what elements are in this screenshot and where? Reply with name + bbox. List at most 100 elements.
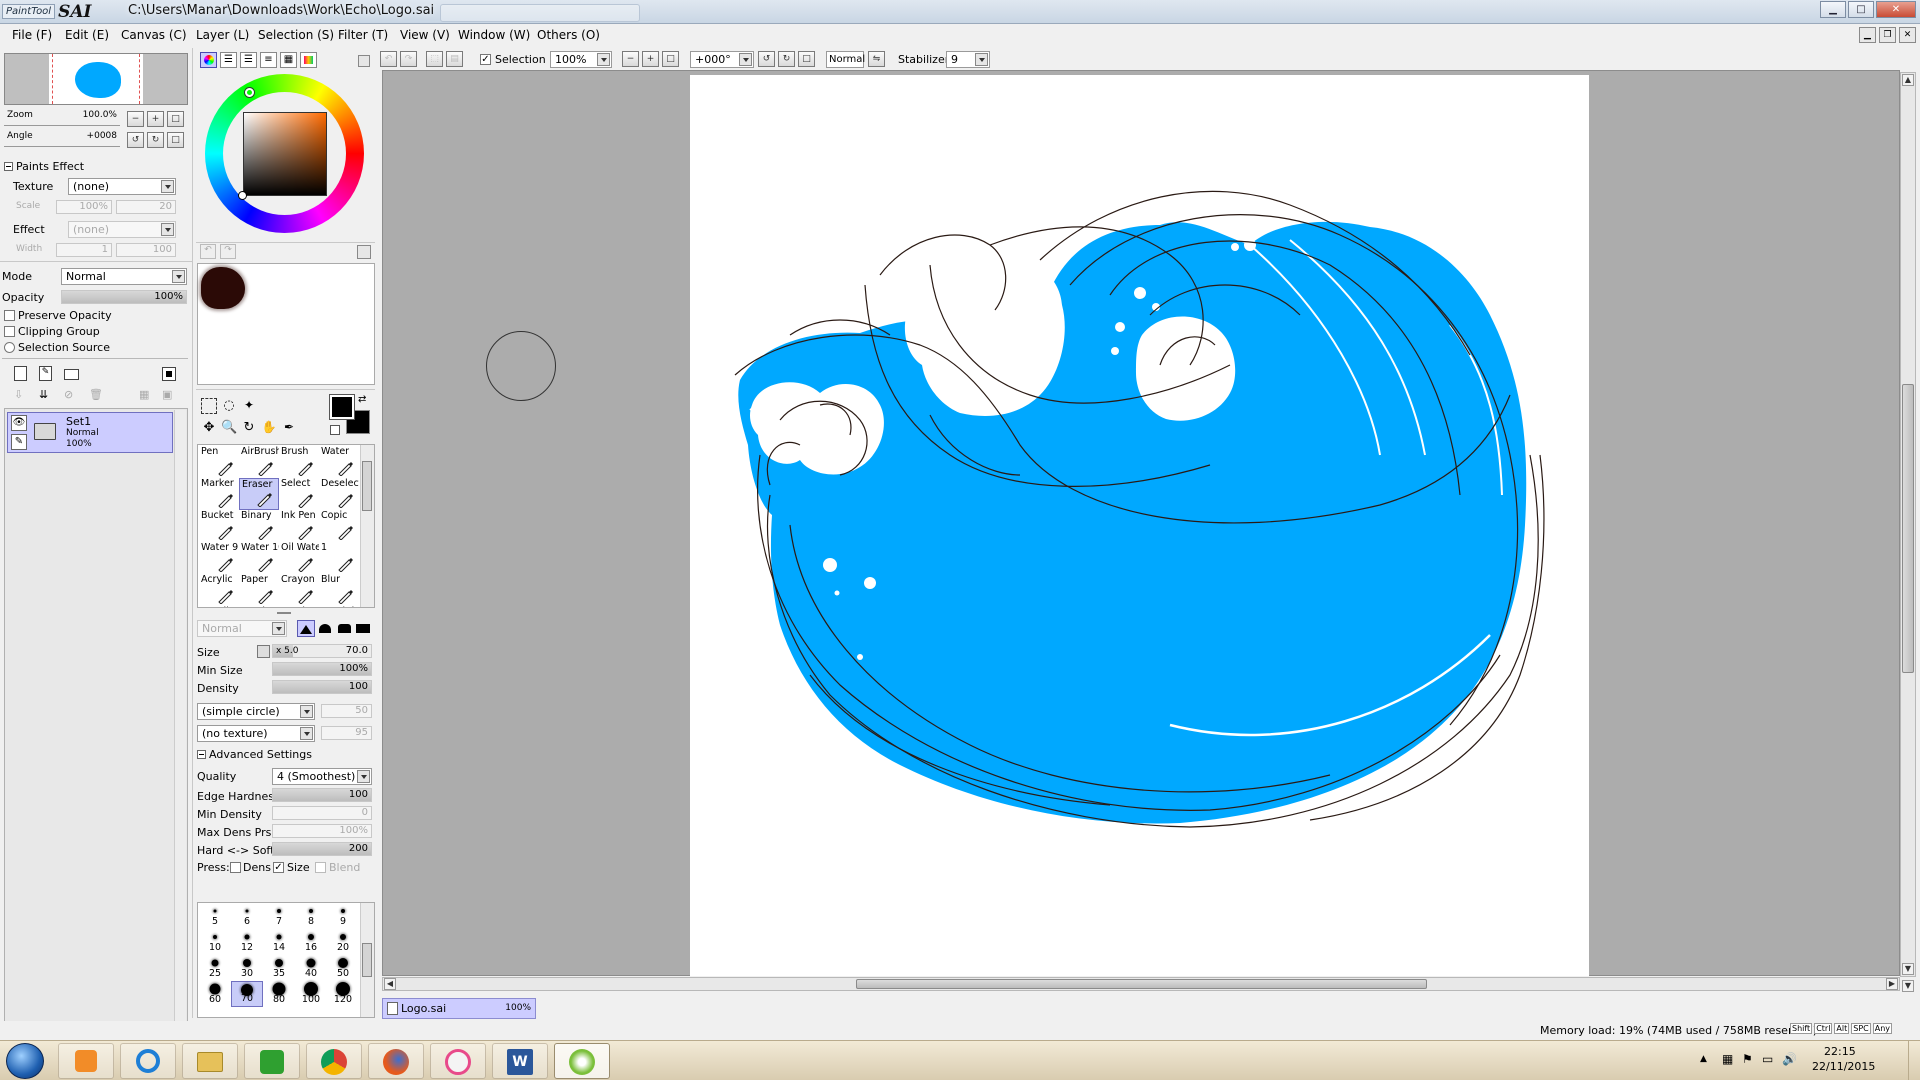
- press-dens-checkbox[interactable]: [230, 862, 241, 873]
- toolbar-angle-select[interactable]: +000°: [690, 51, 754, 68]
- toolbar-rotate-reset-icon[interactable]: □: [798, 51, 815, 67]
- tool-deselect[interactable]: Deselect: [319, 478, 359, 510]
- menu-canvas[interactable]: Canvas (C): [121, 28, 187, 42]
- brush-shape-select[interactable]: (simple circle): [197, 703, 315, 720]
- angle-slider[interactable]: +0008: [4, 130, 120, 144]
- layer-mask-icon[interactable]: ▦: [139, 388, 153, 402]
- hue-marker[interactable]: [245, 88, 254, 97]
- paint-tool-sai-icon[interactable]: [554, 1043, 610, 1079]
- minimize-button[interactable]: ▁: [1820, 1, 1846, 18]
- zoom-slider[interactable]: 100.0%: [4, 109, 120, 123]
- file-explorer-icon[interactable]: [182, 1043, 238, 1079]
- tool-select[interactable]: Select: [279, 478, 319, 510]
- brush-size-10[interactable]: 10: [199, 929, 231, 955]
- brush-size-12[interactable]: 12: [231, 929, 263, 955]
- layer-row[interactable]: 👁 ✎ Set1 Normal 100%: [7, 412, 173, 453]
- vscroll-thumb[interactable]: [1902, 384, 1914, 673]
- tool-brush[interactable]: Brush: [279, 606, 319, 607]
- menu-selection[interactable]: Selection (S): [258, 28, 334, 42]
- color-swatch-blob[interactable]: [201, 267, 245, 309]
- word-icon[interactable]: W: [492, 1043, 548, 1079]
- tool-water[interactable]: Water: [319, 446, 359, 478]
- edge-hardness-slider[interactable]: 100: [272, 788, 372, 802]
- tool-airbrush[interactable]: AirBrush: [239, 446, 279, 478]
- layer-mode-select[interactable]: Normal: [61, 268, 187, 285]
- toolbar-zoom-in-icon[interactable]: +: [642, 51, 659, 67]
- tool-grid-scrollbar[interactable]: [360, 445, 374, 607]
- scratchpad-settings-icon[interactable]: [357, 245, 371, 259]
- eyedropper-tool-icon[interactable]: ✒: [281, 420, 297, 436]
- scroll-corner-down-icon[interactable]: ▼: [1902, 980, 1914, 992]
- doc-restore-button[interactable]: ❐: [1879, 27, 1896, 43]
- tool-marker[interactable]: Marker: [199, 478, 239, 510]
- tool-water-10[interactable]: Water 10: [239, 542, 279, 574]
- reset-colors-icon[interactable]: [330, 425, 340, 435]
- canvas-hscrollbar[interactable]: ◀ ▶: [382, 977, 1900, 991]
- color-mixer-mode-icon[interactable]: ≡: [260, 52, 277, 68]
- battery-icon[interactable]: ▭: [1762, 1052, 1773, 1066]
- canvas-vscrollbar[interactable]: ▲ ▼: [1900, 72, 1916, 977]
- sv-marker[interactable]: [238, 191, 247, 200]
- show-desktop-button[interactable]: [1908, 1041, 1920, 1080]
- brush-size-30[interactable]: 30: [231, 955, 263, 981]
- document-tab[interactable]: Logo.sai 100%: [382, 998, 536, 1019]
- hscroll-thumb[interactable]: [856, 979, 1427, 989]
- press-size-checkbox[interactable]: ✓: [273, 862, 284, 873]
- doc-minimize-button[interactable]: ▁: [1859, 27, 1876, 43]
- zoom-reset-button[interactable]: □: [167, 111, 184, 127]
- brush-size-120[interactable]: 120: [327, 981, 359, 1007]
- scroll-down-icon[interactable]: ▼: [1902, 963, 1914, 975]
- tool-binary[interactable]: Binary: [239, 510, 279, 542]
- selection-source-radio[interactable]: [4, 342, 15, 353]
- toolbar-blend-mode[interactable]: Normal: [826, 51, 865, 68]
- layer-opacity-slider[interactable]: 100%: [61, 290, 187, 304]
- brush-size-6[interactable]: 6: [231, 903, 263, 929]
- brush-size-60[interactable]: 60: [199, 981, 231, 1007]
- brush-size-8[interactable]: 8: [295, 903, 327, 929]
- quality-select[interactable]: 4 (Smoothest): [272, 768, 372, 785]
- tool-blur[interactable]: Blur: [319, 574, 359, 606]
- size-slider[interactable]: x 5.0 70.0: [272, 644, 372, 658]
- brush-texture-select[interactable]: (no texture): [197, 725, 315, 742]
- tool-pencil[interactable]: Pencil: [199, 606, 239, 607]
- delete-layer-icon[interactable]: 🗑: [89, 388, 103, 402]
- menu-others[interactable]: Others (O): [537, 28, 600, 42]
- texture-select[interactable]: (none): [68, 178, 176, 195]
- brush-size-16[interactable]: 16: [295, 929, 327, 955]
- start-button[interactable]: [6, 1043, 44, 1079]
- brush-size-70[interactable]: 70: [231, 981, 263, 1007]
- media-player-icon[interactable]: [58, 1043, 114, 1079]
- apply-mask-icon[interactable]: ▣: [162, 388, 176, 402]
- zoom-out-button[interactable]: −: [127, 111, 144, 127]
- toolbar-rotate-right-icon[interactable]: ↻: [778, 51, 795, 67]
- selection-visibility-checkbox[interactable]: ✓: [480, 54, 491, 65]
- brush-size-25[interactable]: 25: [199, 955, 231, 981]
- rotate-tool-icon[interactable]: ↻: [241, 420, 257, 436]
- tool-1[interactable]: 1: [319, 542, 359, 574]
- firefox-icon[interactable]: [368, 1043, 424, 1079]
- color-panel-menu-icon[interactable]: [358, 55, 370, 67]
- chrome-icon[interactable]: [306, 1043, 362, 1079]
- zoom-in-button[interactable]: +: [147, 111, 164, 127]
- brush-size-35[interactable]: 35: [263, 955, 295, 981]
- clock-time[interactable]: 22:15: [1824, 1045, 1856, 1058]
- hsv-slider-mode-icon[interactable]: ☰: [240, 52, 257, 68]
- rotate-left-button[interactable]: ↺: [127, 132, 144, 148]
- tool-rough-ha[interactable]: rough ha: [319, 606, 359, 607]
- color-sv-square[interactable]: [243, 112, 327, 196]
- close-button[interactable]: ✕: [1876, 1, 1916, 18]
- canvas-paper[interactable]: [690, 75, 1589, 976]
- tool-eraser[interactable]: Eraser: [239, 478, 279, 510]
- menu-file[interactable]: File (F): [12, 28, 52, 42]
- lasso-select-tool-icon[interactable]: ◌: [221, 398, 237, 414]
- menu-window[interactable]: Window (W): [458, 28, 530, 42]
- layers-scrollbar[interactable]: [174, 410, 186, 1040]
- show-hidden-icons-icon[interactable]: ▲: [1700, 1054, 1707, 1064]
- tool-acrylic[interactable]: Acrylic: [199, 574, 239, 606]
- merge-down-icon[interactable]: ⇊: [39, 388, 53, 402]
- tool-copic[interactable]: Copic: [319, 510, 359, 542]
- rotate-right-button[interactable]: ↻: [147, 132, 164, 148]
- transfer-down-icon[interactable]: ⇩: [14, 388, 28, 402]
- new-folder-icon[interactable]: [64, 369, 79, 380]
- network-icon[interactable]: ▦: [1722, 1052, 1733, 1066]
